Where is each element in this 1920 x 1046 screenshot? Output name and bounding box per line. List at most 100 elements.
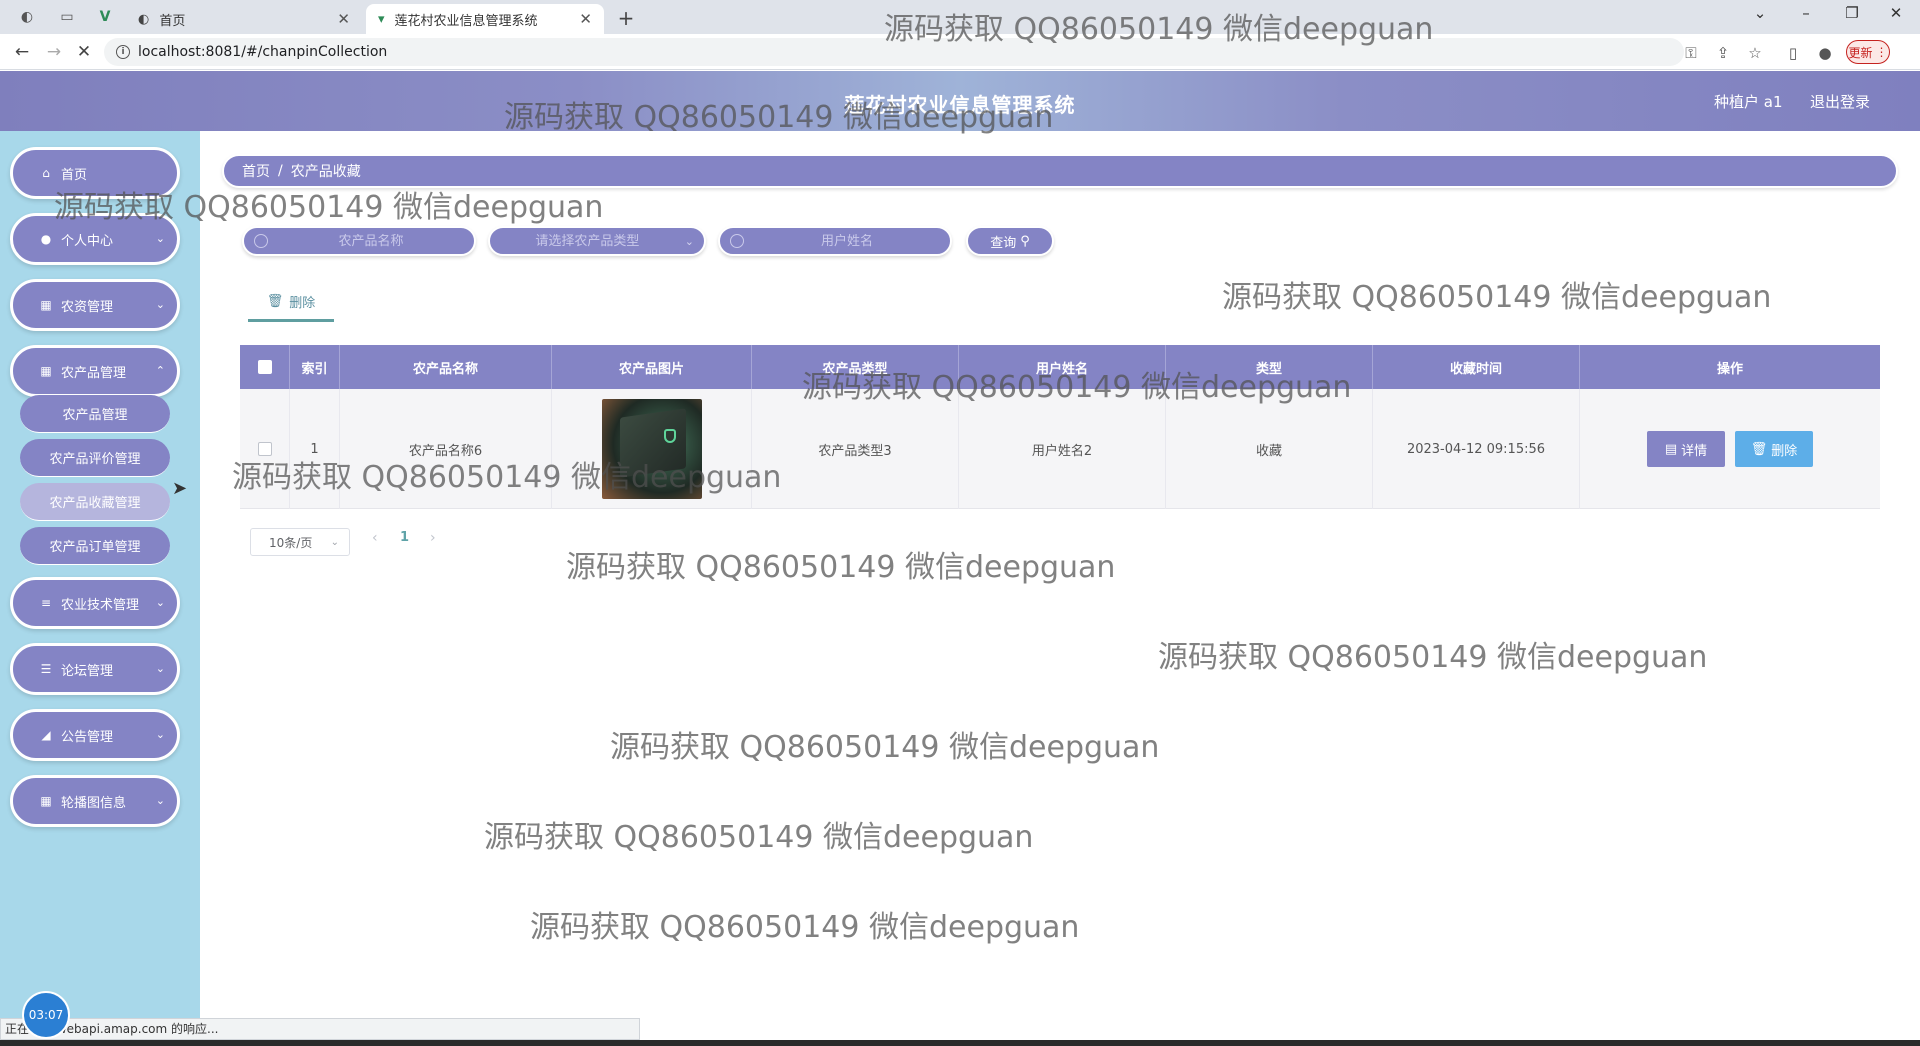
profile-icon[interactable]: ● bbox=[1814, 42, 1836, 64]
close-icon[interactable]: ✕ bbox=[579, 10, 592, 28]
update-button[interactable]: 更新 ⋮ bbox=[1846, 40, 1890, 64]
new-tab-button[interactable]: + bbox=[614, 6, 638, 30]
stop-loading-icon[interactable]: ✕ bbox=[72, 40, 96, 64]
browser-tab-home[interactable]: ◐ 首页 ✕ bbox=[126, 4, 362, 34]
column-header: 农产品类型 bbox=[752, 345, 959, 389]
delete-button[interactable]: 🗑 删除 bbox=[1735, 431, 1813, 467]
clock-badge[interactable]: 03:07 bbox=[22, 991, 70, 1039]
vue-icon[interactable]: V bbox=[92, 4, 118, 30]
column-header: 用户姓名 bbox=[959, 345, 1166, 389]
url-text: localhost:8081/#/chanpinCollection bbox=[138, 44, 388, 60]
chevron-down-icon: ⌄ bbox=[155, 596, 165, 609]
index-cell: 1 bbox=[290, 389, 340, 509]
window-close-icon[interactable]: ✕ bbox=[1876, 4, 1916, 22]
search-icon bbox=[254, 234, 268, 248]
megaphone-icon: ◢ bbox=[41, 728, 51, 742]
tab-title: 莲花村农业信息管理系统 bbox=[394, 13, 538, 29]
column-header: 索引 bbox=[290, 345, 340, 389]
table-row: 1 农产品名称6 农产品类型3 用户姓名2 收藏 2023-04-12 09:1… bbox=[240, 389, 1880, 509]
product-name-input[interactable] bbox=[268, 233, 474, 249]
sidebar-item-carousel[interactable]: ▦ 轮播图信息 ⌄ bbox=[10, 775, 180, 827]
watermark: 源码获取 QQ86050149 微信deepguan bbox=[566, 550, 1116, 585]
sidebar: ⌂ 首页 ● 个人中心 ⌄ ▦ 农资管理 ⌄ ▦ 农产品管理 ⌃ 农产品管理 农… bbox=[0, 131, 200, 1046]
sidebar-item-forum[interactable]: ☰ 论坛管理 ⌄ bbox=[10, 643, 180, 695]
time-cell: 2023-04-12 09:15:56 bbox=[1373, 389, 1580, 509]
page-size-value: 10条/页 bbox=[269, 535, 313, 550]
info-icon[interactable]: i bbox=[116, 45, 130, 59]
row-select-cell bbox=[240, 389, 290, 509]
sidepanel-icon[interactable]: ▯ bbox=[1782, 42, 1804, 64]
back-icon[interactable]: ← bbox=[10, 40, 34, 64]
taskbar-strip bbox=[0, 1040, 1920, 1046]
next-page-icon[interactable]: › bbox=[430, 530, 436, 546]
trash-icon: 🗑 bbox=[1750, 441, 1768, 457]
sidebar-item-home[interactable]: ⌂ 首页 bbox=[10, 147, 180, 199]
sidebar-subitem-collections[interactable]: 农产品收藏管理 bbox=[20, 483, 170, 521]
breadcrumb: 首页 / 农产品收藏 bbox=[222, 154, 1898, 188]
product-image[interactable] bbox=[601, 399, 702, 499]
list-icon: ☰ bbox=[40, 662, 52, 676]
document-icon: ▤ bbox=[1664, 441, 1678, 457]
product-type-select[interactable]: ⌄ bbox=[488, 226, 706, 256]
globe-icon: ◐ bbox=[138, 11, 150, 27]
detail-button[interactable]: ▤ 详情 bbox=[1647, 431, 1725, 467]
restore-icon[interactable]: ❐ bbox=[1832, 4, 1872, 22]
logout-link[interactable]: 退出登录 bbox=[1810, 91, 1870, 112]
product-type-input[interactable] bbox=[490, 233, 685, 249]
row-checkbox[interactable] bbox=[257, 442, 272, 456]
query-button[interactable]: 查询 ⚲ bbox=[966, 226, 1054, 256]
sidebar-item-products[interactable]: ▦ 农产品管理 ⌃ bbox=[10, 345, 180, 397]
sidebar-subitem-products[interactable]: 农产品管理 bbox=[20, 395, 170, 433]
pinned-tab-icon[interactable]: ▭ bbox=[54, 4, 80, 30]
browser-tab-active[interactable]: ▾ 莲花村农业信息管理系统 ✕ bbox=[366, 4, 604, 34]
sidebar-subitem-reviews[interactable]: 农产品评价管理 bbox=[20, 439, 170, 477]
page-size-select[interactable]: 10条/页 ⌄ bbox=[250, 528, 350, 556]
breadcrumb-current: 农产品收藏 bbox=[290, 164, 361, 180]
breadcrumb-home[interactable]: 首页 bbox=[242, 161, 270, 181]
pinned-tab-icon[interactable]: ◐ bbox=[14, 4, 40, 30]
sidebar-item-agri-tech[interactable]: ≡ 农业技术管理 ⌄ bbox=[10, 577, 180, 629]
sliders-icon: ≡ bbox=[40, 596, 52, 610]
column-header: 操作 bbox=[1716, 361, 1743, 377]
forward-icon[interactable]: → bbox=[42, 40, 66, 64]
chevron-down-icon: ⌄ bbox=[330, 536, 339, 548]
star-icon[interactable]: ☆ bbox=[1744, 42, 1766, 64]
mouse-cursor-icon: ➤ bbox=[172, 478, 188, 499]
user-name-input[interactable] bbox=[744, 233, 950, 249]
batch-delete-button[interactable]: 🗑 删除 bbox=[248, 284, 334, 322]
detail-label: 详情 bbox=[1681, 443, 1708, 459]
operation-cell: ▤ 详情 🗑 删除 bbox=[1580, 389, 1880, 509]
share-icon[interactable]: ⇪ bbox=[1712, 42, 1734, 64]
minimize-icon[interactable]: – bbox=[1786, 4, 1826, 22]
column-header: 类型 bbox=[1166, 345, 1373, 389]
current-user: 种植户 a1 bbox=[1714, 93, 1783, 111]
address-bar[interactable]: i localhost:8081/#/chanpinCollection bbox=[104, 38, 1684, 66]
batch-delete-label: 删除 bbox=[289, 296, 316, 311]
laptop-lid bbox=[619, 408, 686, 478]
watermark: 源码获取 QQ86050149 微信deepguan bbox=[530, 910, 1080, 945]
user-name-search bbox=[718, 226, 952, 256]
sidebar-subitem-orders[interactable]: 农产品订单管理 bbox=[20, 527, 170, 565]
search-icon: ⚲ bbox=[1020, 233, 1030, 249]
table-header: 索引 农产品名称 农产品图片 农产品类型 用户姓名 类型 收藏时间 操作 bbox=[240, 345, 1880, 389]
sidebar-item-profile[interactable]: ● 个人中心 ⌄ bbox=[10, 213, 180, 265]
grid-icon: ▦ bbox=[40, 794, 52, 808]
sidebar-item-notice[interactable]: ◢ 公告管理 ⌄ bbox=[10, 709, 180, 761]
chevron-down-icon: ⌄ bbox=[155, 662, 165, 675]
select-all-checkbox[interactable] bbox=[257, 360, 272, 374]
grid-icon: ▦ bbox=[40, 298, 52, 312]
app-title: 莲花村农业信息管理系统 bbox=[844, 93, 1076, 117]
product-image-cell bbox=[552, 389, 752, 509]
browser-toolbar: ← → ✕ i localhost:8081/#/chanpinCollecti… bbox=[0, 34, 1920, 70]
sidebar-item-supplies[interactable]: ▦ 农资管理 ⌄ bbox=[10, 279, 180, 331]
close-icon[interactable]: ✕ bbox=[337, 10, 350, 28]
tab-search-icon[interactable]: ⌄ bbox=[1740, 4, 1780, 22]
user-icon: ● bbox=[40, 232, 52, 246]
delete-label: 删除 bbox=[1771, 443, 1798, 459]
watermark: 源码获取 QQ86050149 微信deepguan bbox=[1158, 640, 1708, 675]
prev-page-icon[interactable]: ‹ bbox=[372, 530, 378, 546]
key-icon[interactable]: ⚿ bbox=[1680, 42, 1702, 64]
trash-icon: 🗑 bbox=[266, 294, 284, 309]
column-header: 农产品名称 bbox=[340, 345, 552, 389]
page-number[interactable]: 1 bbox=[400, 530, 409, 545]
